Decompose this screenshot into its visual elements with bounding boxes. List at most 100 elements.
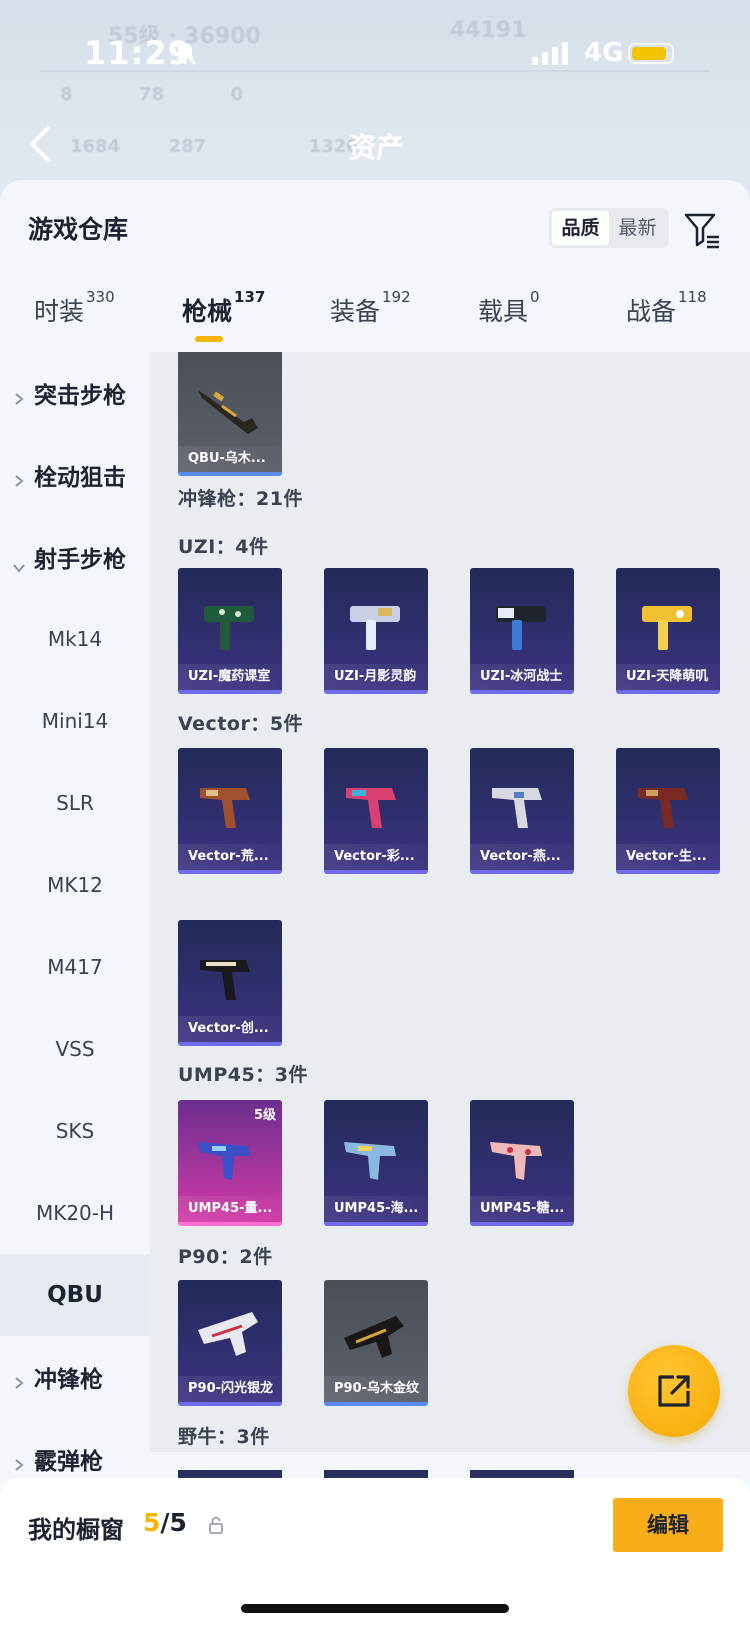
group-label: 野牛：3件: [178, 1426, 270, 1448]
battery-icon: [628, 43, 674, 64]
sort-quality-button[interactable]: 品质: [552, 211, 609, 245]
weapon-card[interactable]: Vector-燕...: [470, 748, 574, 874]
showcase-bar: 我的橱窗 5/5 编辑: [0, 1478, 750, 1630]
sort-newest-button[interactable]: 最新: [609, 211, 666, 245]
network-type: 4G: [584, 38, 624, 68]
sidebar-item-sks[interactable]: SKS: [0, 1090, 150, 1172]
profile-background: 55级 · 36900 44191 8 78 0 1684 287 1320: [0, 0, 750, 200]
weapon-card[interactable]: UZI-月影灵韵: [324, 568, 428, 694]
tab-equipment[interactable]: 装备 192: [330, 288, 411, 328]
category-label: 冲锋枪：21件: [178, 488, 303, 510]
weapon-name: UZI-魔药课室: [178, 664, 282, 690]
weapon-card[interactable]: Vector-生...: [616, 748, 720, 874]
weapon-card[interactable]: P90-闪光银龙: [178, 1280, 282, 1406]
weapon-name: UMP45-海...: [324, 1196, 428, 1222]
sidebar-item-label: 冲锋枪: [34, 1367, 103, 1393]
sidebar-item-slr[interactable]: SLR: [0, 762, 150, 844]
smg-icon: [200, 788, 250, 828]
smg-icon: [638, 788, 688, 828]
page-title: 资产: [348, 131, 405, 164]
sidebar-item-qbu[interactable]: QBU: [0, 1254, 150, 1336]
weapon-name: UZI-月影灵韵: [324, 664, 428, 690]
weapon-name: UZI-天降萌叽: [616, 664, 720, 690]
sidebar-item-mk20h[interactable]: MK20-H: [0, 1172, 150, 1254]
weapon-category-sidebar: 突击步枪 栓动狙击 射手步枪 Mk14 Mini14 SLR MK12 M417…: [0, 352, 150, 1475]
weapon-card[interactable]: Vector-彩...: [324, 748, 428, 874]
share-icon: [658, 1375, 690, 1407]
weapon-card[interactable]: P90-乌木金纹: [324, 1280, 428, 1406]
chevron-right-icon: [14, 468, 24, 494]
back-chevron-icon[interactable]: [26, 124, 54, 168]
smg-icon: [198, 1312, 258, 1356]
weapon-name: Vector-生...: [616, 844, 720, 870]
tab-supplies[interactable]: 战备 118: [626, 288, 707, 328]
weapon-card[interactable]: Vector-创...: [178, 920, 282, 1046]
weapon-card[interactable]: 5级 UMP45-量...: [178, 1100, 282, 1226]
sidebar-item-mk14[interactable]: Mk14: [0, 598, 150, 680]
tab-count: 330: [86, 288, 115, 306]
weapon-name: UMP45-糖...: [470, 1196, 574, 1222]
sidebar-item-smg[interactable]: 冲锋枪: [0, 1336, 150, 1418]
sidebar-item-vss[interactable]: VSS: [0, 1008, 150, 1090]
home-indicator[interactable]: [241, 1604, 509, 1613]
sort-toggle: 品质 最新: [549, 208, 669, 248]
group-label: UMP45：3件: [178, 1064, 308, 1086]
weapon-card[interactable]: QBU-乌木...: [178, 352, 282, 476]
weapon-card[interactable]: UZI-天降萌叽: [616, 568, 720, 694]
weapon-name: Vector-荒...: [178, 844, 282, 870]
sidebar-item-label: 突击步枪: [34, 383, 126, 409]
tab-firearms[interactable]: 枪械 137: [182, 288, 265, 328]
group-label: UZI：4件: [178, 536, 269, 558]
smg-icon: [496, 606, 546, 650]
weapon-name: UMP45-量...: [178, 1196, 282, 1222]
sidebar-item-label: 栓动狙击: [34, 465, 126, 491]
smg-icon: [642, 606, 692, 650]
group-label: P90：2件: [178, 1246, 273, 1268]
showcase-title: 我的橱窗: [28, 1516, 124, 1544]
sidebar-item-mini14[interactable]: Mini14: [0, 680, 150, 762]
weapon-name: P90-闪光银龙: [178, 1376, 282, 1402]
smg-icon: [344, 1142, 396, 1180]
weapon-name: P90-乌木金纹: [324, 1376, 428, 1402]
weapon-name: UZI-冰河战士: [470, 664, 574, 690]
smg-icon: [198, 1142, 250, 1180]
share-button[interactable]: [628, 1345, 720, 1437]
weapon-card[interactable]: UZI-冰河战士: [470, 568, 574, 694]
weapon-card-peek: [178, 1470, 282, 1478]
weapon-name: Vector-燕...: [470, 844, 574, 870]
tab-fashion[interactable]: 时装 330: [34, 288, 115, 328]
blurred-text: 44191: [450, 18, 527, 43]
weapon-card[interactable]: UMP45-糖...: [470, 1100, 574, 1226]
sidebar-item-m417[interactable]: M417: [0, 926, 150, 1008]
weapon-card-peek: [470, 1470, 574, 1478]
sheet-title: 游戏仓库: [28, 215, 129, 244]
blurred-text: 1684 287 1320: [70, 136, 359, 157]
weapon-card[interactable]: Vector-荒...: [178, 748, 282, 874]
chevron-right-icon: [14, 1370, 24, 1396]
filter-icon[interactable]: [683, 210, 723, 254]
smg-icon: [350, 606, 400, 650]
weapon-card[interactable]: UZI-魔药课室: [178, 568, 282, 694]
sidebar-item-assault-rifle[interactable]: 突击步枪: [0, 352, 150, 434]
sidebar-item-label: 霰弹枪: [34, 1449, 103, 1475]
smg-icon: [200, 960, 250, 1000]
chevron-right-icon: [14, 1452, 24, 1478]
smg-icon: [490, 1142, 542, 1180]
signal-icon: [532, 42, 568, 65]
smg-icon: [346, 788, 396, 828]
rifle-icon: [198, 390, 258, 434]
weapon-card[interactable]: UMP45-海...: [324, 1100, 428, 1226]
sidebar-item-marksman-rifle[interactable]: 射手步枪: [0, 516, 150, 598]
sidebar-item-bolt-sniper[interactable]: 栓动狙击: [0, 434, 150, 516]
smg-icon: [344, 1316, 404, 1358]
tab-count: 137: [234, 288, 266, 306]
edit-button[interactable]: 编辑: [613, 1498, 723, 1552]
showcase-total: 5: [169, 1508, 187, 1537]
sidebar-item-mk12[interactable]: MK12: [0, 844, 150, 926]
tab-count: 118: [678, 288, 707, 306]
tab-vehicles[interactable]: 载具 0: [478, 288, 540, 328]
showcase-count: 5/5: [143, 1508, 187, 1537]
blurred-text: 8 78 0: [60, 84, 244, 105]
tab-label: 装备: [330, 297, 381, 326]
tab-count: 192: [382, 288, 411, 306]
